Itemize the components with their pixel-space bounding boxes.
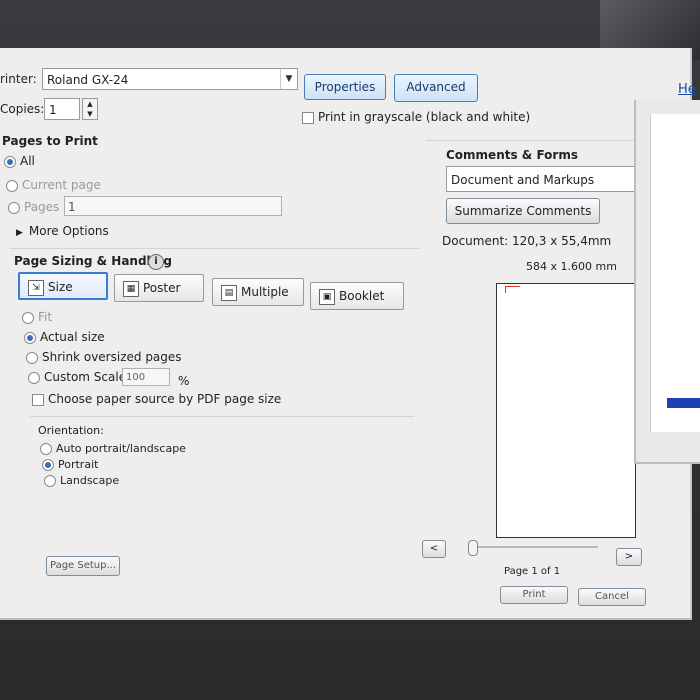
triangle-right-icon: ▶ <box>16 228 23 238</box>
poster-button-label: Poster <box>143 281 181 295</box>
copies-input[interactable]: 1 <box>44 98 80 120</box>
paper-source-checkbox[interactable] <box>32 393 44 406</box>
radio-all-dot[interactable] <box>4 155 16 168</box>
more-options-label: More Options <box>28 224 109 238</box>
radio-all[interactable]: All <box>4 154 35 168</box>
size-button-label: Size <box>48 280 73 294</box>
radio-landscape-label: Landscape <box>60 474 120 487</box>
next-page-button[interactable]: > <box>616 548 642 566</box>
preview-slider-thumb[interactable] <box>468 540 478 556</box>
radio-auto-orientation[interactable]: Auto portrait/landscape <box>40 442 186 455</box>
radio-pages-label: Pages <box>24 200 60 214</box>
document-size: Document: 120,3 x 55,4mm <box>442 234 612 248</box>
radio-fit[interactable]: Fit <box>22 310 52 324</box>
percent-label: % <box>178 374 190 388</box>
print-button[interactable]: Print <box>500 586 568 604</box>
radio-actual-dot[interactable] <box>24 331 36 344</box>
poster-button[interactable]: ▦ Poster <box>114 274 204 302</box>
divider <box>30 416 414 417</box>
radio-custom-label: Custom Scale: <box>44 370 131 384</box>
comments-forms-value: Document and Markups <box>451 173 595 187</box>
radio-fit-label: Fit <box>38 310 53 324</box>
multiple-button[interactable]: ▤ Multiple <box>212 278 304 306</box>
divider <box>10 248 420 249</box>
paper-size: 584 x 1.600 mm <box>526 260 617 273</box>
preview-content-mark <box>505 286 520 293</box>
page-indicator: Page 1 of 1 <box>504 566 561 577</box>
radio-shrink-label: Shrink oversized pages <box>42 350 182 364</box>
pages-range-input[interactable]: 1 <box>64 196 282 216</box>
radio-shrink-dot[interactable] <box>26 351 38 364</box>
page-setup-button[interactable]: Page Setup... <box>46 556 120 576</box>
advanced-button[interactable]: Advanced <box>394 74 478 102</box>
comments-forms-title: Comments & Forms <box>446 148 578 162</box>
print-dialog: rinter: Roland GX-24 ▼ Properties Advanc… <box>0 48 696 620</box>
radio-auto-dot[interactable] <box>40 443 52 455</box>
background-window <box>634 100 700 464</box>
radio-pages[interactable]: Pages <box>8 200 59 214</box>
radio-fit-dot[interactable] <box>22 311 34 324</box>
custom-scale-input[interactable]: 100 <box>122 368 170 386</box>
printer-value: Roland GX-24 <box>47 73 129 87</box>
radio-actual-label: Actual size <box>40 330 105 344</box>
grayscale-checkbox[interactable] <box>302 111 314 124</box>
background-window-content <box>650 114 700 432</box>
size-button[interactable]: ⇲ Size <box>18 272 108 300</box>
info-icon[interactable]: i <box>148 254 164 270</box>
radio-all-label: All <box>20 154 35 168</box>
more-options-toggle[interactable]: ▶ More Options <box>16 224 109 238</box>
radio-current-label: Current page <box>22 178 101 192</box>
size-icon: ⇲ <box>28 279 44 296</box>
multiple-icon: ▤ <box>221 284 237 301</box>
properties-button[interactable]: Properties <box>304 74 386 100</box>
radio-current-page[interactable]: Current page <box>6 178 101 192</box>
printer-label: rinter: <box>0 72 37 86</box>
pages-to-print-title: Pages to Print <box>2 134 98 148</box>
chevron-down-icon: ▼ <box>280 69 297 89</box>
booklet-button-label: Booklet <box>339 289 385 303</box>
radio-landscape[interactable]: Landscape <box>44 474 119 487</box>
summarize-comments-button[interactable]: Summarize Comments <box>446 198 600 224</box>
help-link[interactable]: He <box>678 82 696 97</box>
grayscale-option[interactable]: Print in grayscale (black and white) <box>302 110 530 124</box>
copies-label: Copies: <box>0 102 45 116</box>
radio-current-dot[interactable] <box>6 179 18 192</box>
preview-slider-track[interactable] <box>468 546 598 548</box>
paper-source-option[interactable]: Choose paper source by PDF page size <box>32 392 281 406</box>
cancel-button[interactable]: Cancel <box>578 588 646 606</box>
radio-pages-dot[interactable] <box>8 201 20 214</box>
booklet-button[interactable]: ▣ Booklet <box>310 282 404 310</box>
orientation-title: Orientation: <box>38 424 104 437</box>
radio-portrait[interactable]: Portrait <box>42 458 98 471</box>
radio-custom-scale[interactable]: Custom Scale: <box>28 370 130 384</box>
paper-source-label: Choose paper source by PDF page size <box>48 392 282 406</box>
multiple-button-label: Multiple <box>241 285 289 299</box>
radio-landscape-dot[interactable] <box>44 475 56 487</box>
grayscale-label: Print in grayscale (black and white) <box>318 110 531 124</box>
print-preview-page <box>496 283 636 538</box>
prev-page-button[interactable]: < <box>422 540 446 558</box>
radio-shrink[interactable]: Shrink oversized pages <box>26 350 182 364</box>
radio-portrait-dot[interactable] <box>42 459 54 471</box>
radio-portrait-label: Portrait <box>58 458 99 471</box>
poster-icon: ▦ <box>123 280 139 297</box>
radio-actual-size[interactable]: Actual size <box>24 330 105 344</box>
copies-stepper[interactable]: ▲ ▼ <box>82 98 98 120</box>
copies-value: 1 <box>49 103 57 117</box>
booklet-icon: ▣ <box>319 288 335 305</box>
blue-bar <box>667 398 700 408</box>
radio-auto-label: Auto portrait/landscape <box>56 442 186 455</box>
radio-custom-dot[interactable] <box>28 371 40 384</box>
printer-select[interactable]: Roland GX-24 ▼ <box>42 68 298 90</box>
